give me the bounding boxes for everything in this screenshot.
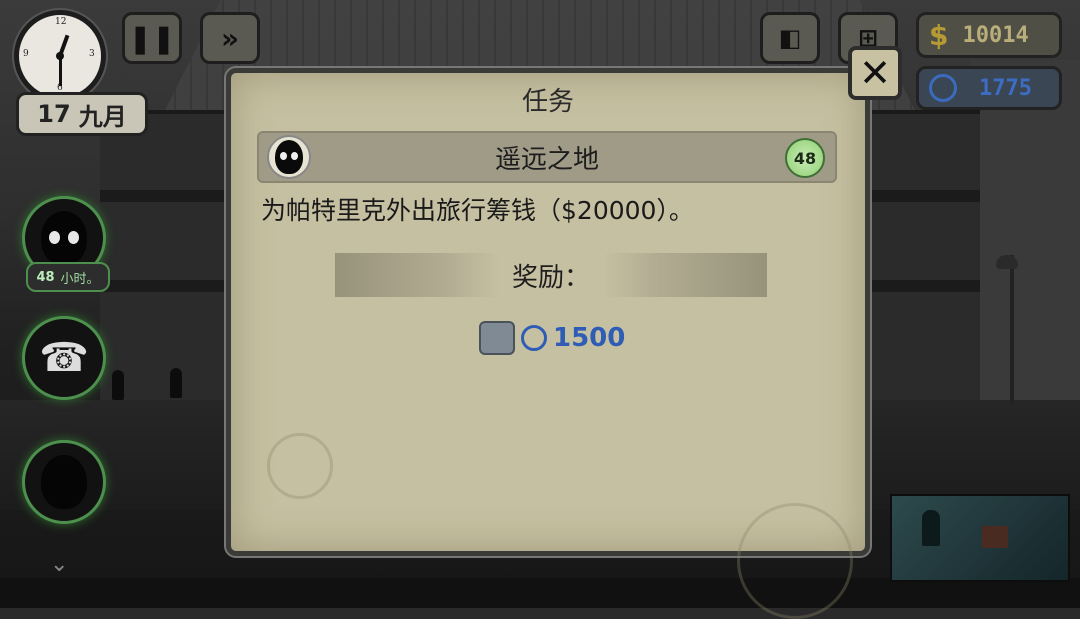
hours-unit: 小时。 bbox=[60, 271, 100, 287]
watermark bbox=[267, 433, 333, 499]
room-box bbox=[982, 526, 1008, 548]
watermark bbox=[737, 503, 853, 619]
date-day: 17 bbox=[37, 100, 71, 128]
quest-dialog: 任务 遥远之地 48 为帕特里克外出旅行筹钱（$20000）。 奖励： 1500 bbox=[226, 68, 870, 619]
dialog-title: 任务 bbox=[521, 87, 574, 117]
character-silhouette[interactable] bbox=[22, 440, 106, 524]
pause-icon: ❚❚ bbox=[128, 21, 176, 55]
hours-remaining-badge: 48 小时。 bbox=[26, 262, 110, 292]
fast-forward-icon: » bbox=[220, 21, 240, 55]
street-lamp bbox=[996, 255, 1018, 405]
chevron-down-icon[interactable]: ⌄ bbox=[50, 552, 68, 577]
quest-description: 为帕特里克外出旅行筹钱（$20000）。 bbox=[261, 196, 694, 225]
phone-button[interactable]: ☎ bbox=[22, 316, 106, 400]
date-month: 九月 bbox=[78, 102, 127, 131]
close-icon: ✕ bbox=[859, 51, 891, 95]
room-figure bbox=[922, 510, 940, 546]
quest-giver-avatar bbox=[267, 135, 311, 179]
dollar-icon: $ bbox=[929, 18, 949, 52]
money-counter: $ 10014 bbox=[916, 12, 1062, 58]
quest-header: 遥远之地 48 bbox=[257, 131, 837, 183]
room-preview[interactable] bbox=[890, 494, 1070, 582]
quest-giver-face-icon bbox=[275, 140, 303, 174]
pedestrian bbox=[170, 368, 182, 398]
money-value: 10014 bbox=[962, 22, 1029, 48]
quest-timer-badge: 48 bbox=[785, 138, 825, 178]
clock-minute-hand bbox=[58, 56, 62, 86]
character-face-icon bbox=[41, 211, 87, 265]
reputation-icon bbox=[929, 74, 957, 102]
pedestrian bbox=[112, 370, 124, 400]
character-silhouette-icon bbox=[41, 455, 87, 509]
pause-button[interactable]: ❚❚ bbox=[122, 12, 182, 64]
bag-icon: ◧ bbox=[778, 24, 802, 52]
reward-header: 奖励： bbox=[335, 253, 767, 297]
fast-forward-button[interactable]: » bbox=[200, 12, 260, 64]
reward-label: 奖励： bbox=[511, 262, 590, 293]
date-display: 17 九月 bbox=[16, 92, 148, 136]
inventory-button[interactable]: ◧ bbox=[760, 12, 820, 64]
reward-value: 1500 bbox=[553, 323, 626, 353]
hours-value: 48 bbox=[36, 269, 55, 285]
reputation-icon bbox=[521, 325, 547, 351]
quest-name: 遥远之地 bbox=[494, 144, 599, 175]
clock: 12 3 6 9 bbox=[14, 10, 106, 102]
badge-icon bbox=[479, 321, 515, 355]
clock-center bbox=[56, 52, 64, 60]
reward-item: 1500 bbox=[479, 321, 625, 355]
bottom-strip bbox=[0, 578, 1080, 608]
reputation-value: 1775 bbox=[979, 75, 1032, 101]
side-building bbox=[970, 60, 1080, 400]
close-button[interactable]: ✕ bbox=[848, 46, 902, 100]
reputation-counter: 1775 bbox=[916, 66, 1062, 110]
phone-icon: ☎ bbox=[39, 335, 89, 381]
